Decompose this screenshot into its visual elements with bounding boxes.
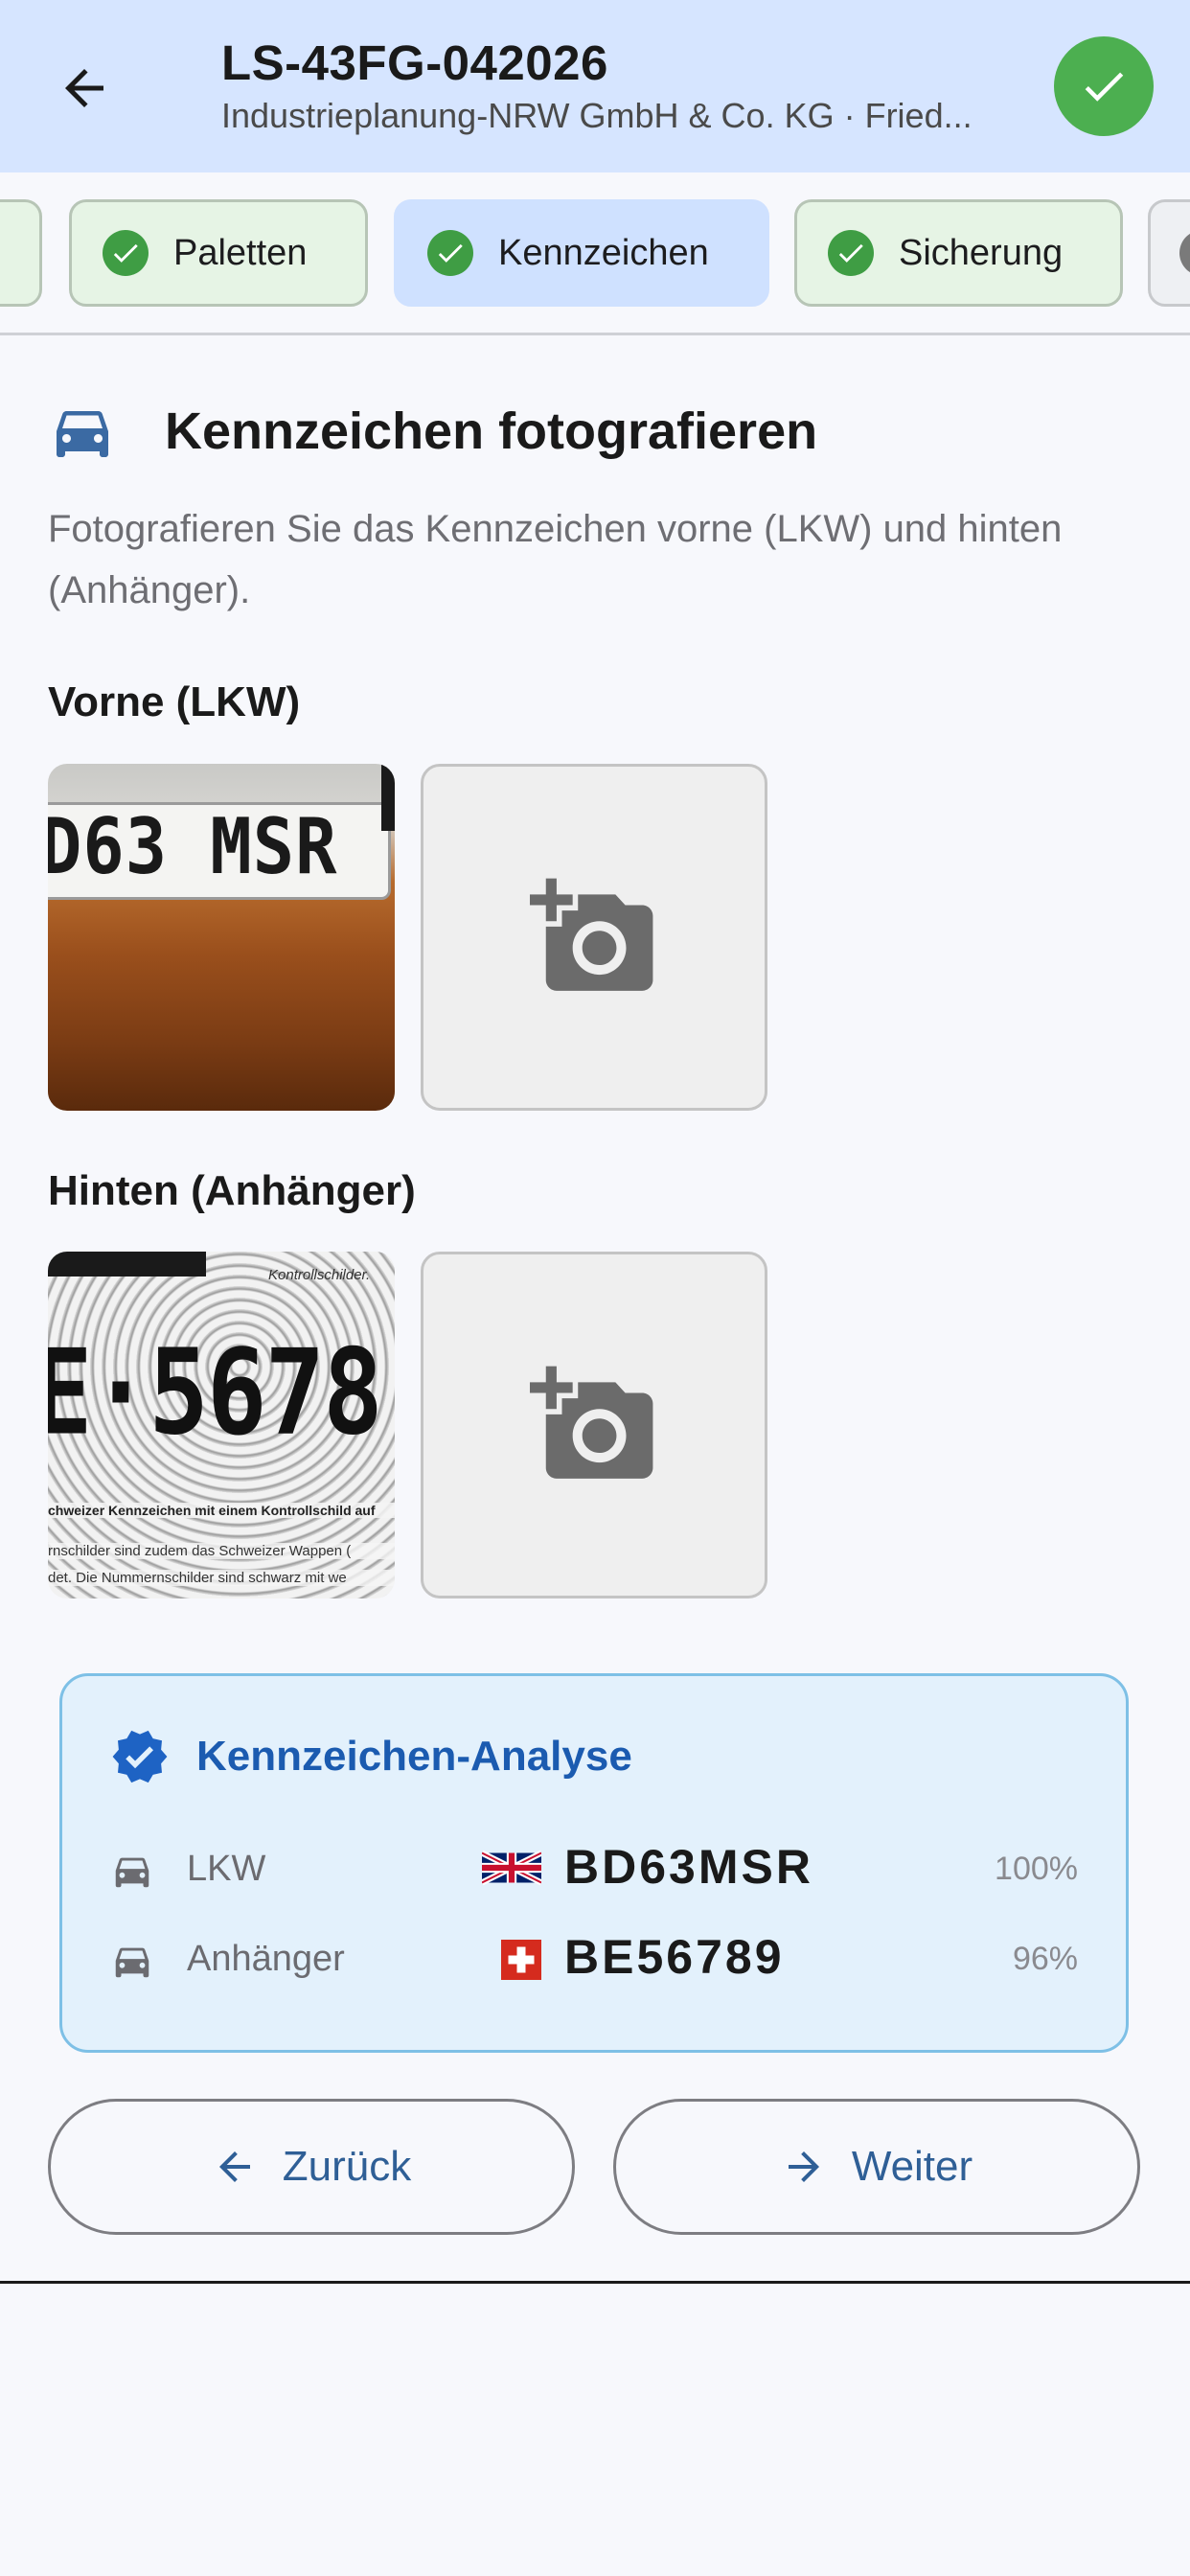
vehicle-label: Anhänger: [187, 1939, 345, 1979]
tab-paletten[interactable]: Paletten: [69, 199, 368, 307]
section-description: Fotografieren Sie das Kennzeichen vorne …: [48, 508, 1063, 611]
photo-caption: Kontrollschilder.: [268, 1267, 371, 1283]
add-a-photo-icon: [530, 1366, 653, 1479]
uk-flag-icon: [482, 1850, 541, 1886]
photo-caption: det. Die Nummernschilder sind schwarz mi…: [48, 1570, 395, 1586]
photo-edge: [48, 1252, 206, 1276]
add-front-photo-button[interactable]: [421, 764, 767, 1111]
car-icon: [115, 1947, 149, 1978]
verified-badge-icon: [112, 1730, 168, 1783]
photo-plate-text: E·5678: [48, 1323, 383, 1461]
app-header: LS-43FG-042026 Industrieplanung-NRW GmbH…: [0, 0, 1190, 172]
page-subtitle: Industrieplanung-NRW GmbH & Co. KG · Fri…: [221, 96, 973, 135]
rear-plate-photo[interactable]: Kontrollschilder. E·5678 chweizer Kennze…: [48, 1252, 395, 1598]
car-icon: [115, 1857, 149, 1888]
back-button-label: Zurück: [282, 2143, 412, 2190]
plate-number: BD63MSR: [564, 1840, 813, 1894]
analysis-title: Kennzeichen-Analyse: [196, 1733, 632, 1780]
divider: [0, 2281, 1190, 2284]
tab-label: Kennzeichen: [498, 232, 709, 273]
tab-sicherung[interactable]: Sicherung: [794, 199, 1123, 307]
arrow-left-icon: [65, 69, 103, 107]
check-circle-icon: [103, 230, 149, 276]
tab-label: Paletten: [173, 232, 308, 273]
back-button[interactable]: Zurück: [48, 2099, 575, 2235]
next-button-label: Weiter: [851, 2143, 973, 2190]
status-circle-icon: [1179, 230, 1190, 276]
back-arrow-button[interactable]: [46, 50, 123, 126]
section-title: Kennzeichen fotografieren: [165, 402, 818, 460]
front-label: Vorne (LKW): [48, 678, 301, 725]
analysis-row-lkw: LKW BD63MSR 100%: [110, 1837, 1078, 1904]
check-icon: [1085, 72, 1124, 102]
arrow-right-icon: [788, 2151, 819, 2182]
confidence-value: 96%: [1012, 1941, 1078, 1977]
next-button[interactable]: Weiter: [613, 2099, 1140, 2235]
photo-plate-text: D63 MSR: [48, 800, 338, 892]
tab-previous-step[interactable]: [0, 199, 42, 307]
plate-analysis-card: Kennzeichen-Analyse LKW BD63MSR 100% Anh…: [59, 1673, 1129, 2053]
analysis-row-anhaenger: Anhänger BE56789 96%: [110, 1927, 1078, 1994]
plate-number: BE56789: [564, 1930, 785, 1984]
vehicle-label: LKW: [187, 1849, 266, 1889]
page-title: LS-43FG-042026: [221, 35, 608, 90]
tab-kennzeichen[interactable]: Kennzeichen: [394, 199, 769, 307]
rear-label: Hinten (Anhänger): [48, 1167, 416, 1214]
front-plate-photo[interactable]: D63 MSR: [48, 764, 395, 1111]
analysis-header: Kennzeichen-Analyse: [110, 1726, 632, 1787]
add-a-photo-icon: [530, 878, 653, 991]
tab-next-step[interactable]: [1148, 199, 1190, 307]
step-tabs: Paletten Kennzeichen Sicherung: [0, 172, 1190, 335]
check-circle-icon: [427, 230, 473, 276]
car-icon: [57, 411, 108, 457]
complete-button[interactable]: [1054, 36, 1154, 136]
photo-caption: chweizer Kennzeichen mit einem Kontrolls…: [48, 1503, 395, 1518]
photo-edge: [381, 764, 395, 831]
section-header: Kennzeichen fotografieren: [48, 395, 817, 468]
arrow-left-icon: [218, 2151, 250, 2182]
tab-label: Sicherung: [899, 232, 1064, 273]
check-circle-icon: [828, 230, 874, 276]
swiss-flag-icon: [501, 1940, 541, 1980]
add-rear-photo-button[interactable]: [421, 1252, 767, 1598]
photo-caption: rnschilder sind zudem das Schweizer Wapp…: [48, 1543, 395, 1559]
confidence-value: 100%: [995, 1851, 1078, 1887]
